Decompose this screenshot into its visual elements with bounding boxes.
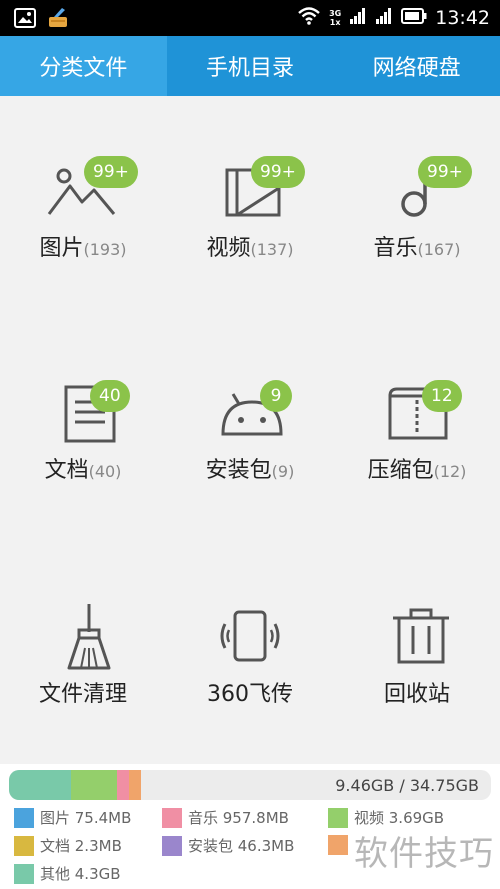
category-name: 视频 <box>206 236 251 261</box>
storage-panel: 9.46GB / 34.75GB 图片 75.4MB 音乐 957.8MB 视频… <box>0 764 500 889</box>
category-count: (12) <box>433 462 467 481</box>
legend-swatch <box>14 863 34 884</box>
status-bar: 3G 1x 13:42 <box>0 0 500 36</box>
legend-pictures: 图片 75.4MB <box>14 807 131 828</box>
legend-label: 安装包 46.3MB <box>188 837 295 855</box>
legend-label: 文档 2.3MB <box>40 837 122 855</box>
legend-label: 音乐 957.8MB <box>188 809 289 827</box>
category-label: 图片(193) <box>0 230 166 262</box>
image-icon <box>14 8 36 32</box>
count-badge: 9 <box>260 380 292 412</box>
category-count: (137) <box>250 240 294 259</box>
legend-documents: 文档 2.3MB <box>14 835 122 856</box>
trash-icon <box>386 606 456 676</box>
tool-recycle-bin[interactable]: 回收站 <box>334 540 500 762</box>
category-grid: 99+ 图片(193) 99+ 视频(137) 99+ 音乐(167) 40 文… <box>0 96 500 764</box>
legend-swatch <box>328 807 348 828</box>
broom-icon <box>46 7 70 33</box>
category-label: 安装包(9) <box>167 452 333 484</box>
legend-label: 图片 75.4MB <box>40 809 132 827</box>
category-pictures[interactable]: 99+ 图片(193) <box>0 96 166 318</box>
legend-archives <box>328 835 354 855</box>
category-archives[interactable]: 12 压缩包(12) <box>334 318 500 540</box>
category-name: 音乐 <box>373 236 418 261</box>
category-music[interactable]: 99+ 音乐(167) <box>334 96 500 318</box>
category-count: (9) <box>271 462 295 481</box>
category-count: (167) <box>417 240 461 259</box>
tool-label: 360飞传 <box>207 682 293 707</box>
broom-icon <box>54 602 124 672</box>
category-documents[interactable]: 40 文档(40) <box>0 318 166 540</box>
category-name: 安装包 <box>205 458 272 483</box>
category-apk[interactable]: 9 安装包(9) <box>167 318 333 540</box>
category-videos[interactable]: 99+ 视频(137) <box>167 96 333 318</box>
network-type-label: 3G <box>329 9 342 18</box>
legend-video: 视频 3.69GB <box>328 807 444 828</box>
category-name: 文档 <box>44 458 89 483</box>
signal-icon-2 <box>375 7 393 29</box>
tab-categories[interactable]: 分类文件 <box>0 36 167 96</box>
legend-apk: 安装包 46.3MB <box>162 835 294 856</box>
count-badge: 99+ <box>251 156 305 188</box>
tool-label: 回收站 <box>383 682 450 707</box>
usage-segment-misc <box>129 770 141 800</box>
battery-icon <box>401 8 427 28</box>
category-label: 音乐(167) <box>334 230 500 262</box>
legend-swatch <box>14 835 34 856</box>
tool-360-transfer[interactable]: 360飞传 <box>167 540 333 762</box>
tool-label: 文件清理 <box>38 682 127 707</box>
storage-usage-bar: 9.46GB / 34.75GB <box>9 770 491 800</box>
phone-transfer-icon <box>215 610 285 680</box>
legend-music: 音乐 957.8MB <box>162 807 289 828</box>
count-badge: 40 <box>90 380 130 412</box>
usage-segment-video <box>71 770 117 800</box>
storage-total-text: 9.46GB / 34.75GB <box>335 776 479 795</box>
status-time: 13:42 <box>435 7 490 29</box>
legend-swatch <box>328 835 348 855</box>
legend-label: 其他 4.3GB <box>40 865 121 883</box>
tab-bar: 分类文件 手机目录 网络硬盘 <box>0 36 500 96</box>
count-badge: 99+ <box>418 156 472 188</box>
legend-other: 其他 4.3GB <box>14 863 121 884</box>
legend-swatch <box>162 807 182 828</box>
count-badge: 12 <box>422 380 462 412</box>
tab-phone-directory[interactable]: 手机目录 <box>167 36 334 96</box>
tool-file-cleanup[interactable]: 文件清理 <box>0 540 166 762</box>
legend-swatch <box>14 807 34 828</box>
category-count: (40) <box>88 462 122 481</box>
usage-segment-other <box>9 770 71 800</box>
tab-cloud-drive[interactable]: 网络硬盘 <box>333 36 500 96</box>
watermark: 软件技巧 <box>354 834 494 874</box>
category-label: 视频(137) <box>167 230 333 262</box>
category-count: (193) <box>83 240 127 259</box>
category-name: 压缩包 <box>367 458 434 483</box>
category-label: 压缩包(12) <box>334 452 500 484</box>
category-name: 图片 <box>39 236 84 261</box>
category-label: 文档(40) <box>0 452 166 484</box>
count-badge: 99+ <box>84 156 138 188</box>
signal-icon <box>349 7 367 29</box>
usage-segment-music <box>117 770 129 800</box>
legend-label: 视频 3.69GB <box>354 809 445 827</box>
legend-swatch <box>162 835 182 856</box>
network-type-label-2: 1x <box>329 18 341 27</box>
wifi-icon <box>297 6 321 30</box>
